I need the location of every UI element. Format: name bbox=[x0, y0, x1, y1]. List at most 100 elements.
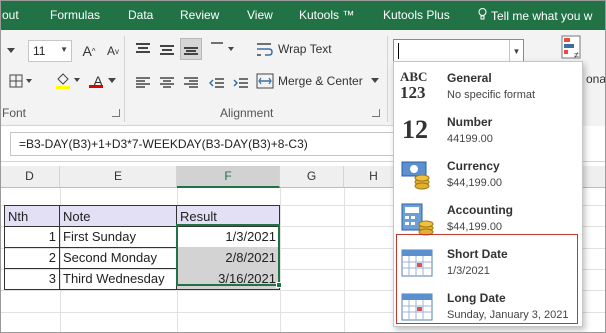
merge-center-button[interactable]: Merge & Center bbox=[256, 70, 384, 92]
menu-item-currency[interactable]: Currency $44,199.00 bbox=[394, 152, 582, 196]
align-left-icon bbox=[136, 77, 150, 88]
bottom-align-icon bbox=[184, 47, 198, 55]
conditional-formatting-icon[interactable]: ≠ bbox=[560, 34, 584, 62]
menu-item-accounting[interactable]: Accounting $44,199.00 bbox=[394, 196, 582, 240]
merge-center-icon bbox=[256, 73, 274, 89]
alignment-dialog-launcher-icon[interactable] bbox=[372, 109, 380, 117]
menu-item-title: Number bbox=[447, 115, 493, 129]
ribbon-tab-bar: out Formulas Data Review View Kutools ™ … bbox=[0, 0, 606, 30]
menu-item-number[interactable]: 12 Number 44199.00 bbox=[394, 108, 582, 152]
group-separator bbox=[124, 36, 125, 122]
tab-data[interactable]: Data bbox=[128, 8, 153, 22]
menu-item-title: Long Date bbox=[447, 291, 506, 305]
menu-item-title: Short Date bbox=[447, 247, 508, 261]
middle-align-icon bbox=[160, 45, 174, 55]
tab-kutools-plus[interactable]: Kutools Plus bbox=[383, 8, 450, 22]
conditional-formatting-label-partial: ona bbox=[586, 72, 606, 86]
font-size-value: 11 bbox=[33, 44, 46, 58]
tab-review[interactable]: Review bbox=[180, 8, 219, 22]
menu-item-short-date[interactable]: Short Date 1/3/2021 bbox=[394, 240, 582, 284]
grow-font-letter: A bbox=[82, 43, 92, 59]
chevron-down-icon bbox=[370, 78, 379, 83]
tab-view[interactable]: View bbox=[247, 8, 273, 22]
top-align-button[interactable] bbox=[132, 38, 154, 60]
column-header-g[interactable]: G bbox=[280, 166, 344, 188]
align-right-button[interactable] bbox=[180, 72, 202, 94]
menu-item-sample: $44,199.00 bbox=[447, 221, 503, 233]
table-cell-result[interactable]: 1/3/2021 bbox=[176, 226, 280, 248]
table-cell-nth[interactable]: 1 bbox=[4, 226, 60, 248]
tell-me-text: Tell me what you w bbox=[491, 9, 593, 23]
font-name-dropdown-arrow[interactable] bbox=[0, 40, 22, 62]
tab-kutools[interactable]: Kutools ™ bbox=[299, 8, 354, 22]
calendar-icon bbox=[400, 290, 436, 324]
table-cell-note[interactable]: Third Wednesday bbox=[59, 268, 177, 290]
column-header-e[interactable]: E bbox=[60, 166, 177, 188]
menu-item-sample: $44,199.00 bbox=[447, 177, 503, 189]
middle-align-button[interactable] bbox=[156, 38, 178, 60]
header-cell-note[interactable]: Note bbox=[59, 205, 177, 227]
chevron-down-icon: ▼ bbox=[60, 45, 68, 54]
wrap-text-button[interactable]: Wrap Text bbox=[256, 38, 336, 60]
number-format-combo[interactable]: ▼ bbox=[393, 39, 524, 63]
menu-item-sample: Sunday, January 3, 2021 bbox=[447, 309, 569, 321]
decrease-indent-icon bbox=[209, 78, 224, 88]
menu-item-sample: No specific format bbox=[447, 89, 536, 101]
align-center-icon bbox=[160, 77, 174, 88]
font-color-button[interactable]: A bbox=[88, 70, 120, 92]
align-center-button[interactable] bbox=[156, 72, 178, 94]
orientation-button[interactable] bbox=[206, 38, 238, 60]
tab-layout[interactable]: out bbox=[2, 8, 19, 22]
wrap-text-icon bbox=[257, 43, 273, 56]
table-cell-result[interactable]: 2/8/2021 bbox=[176, 247, 280, 269]
column-header-f[interactable]: F bbox=[177, 166, 280, 188]
formula-input[interactable]: =B3-DAY(B3)+1+D3*7-WEEKDAY(B3-DAY(B3)+8-… bbox=[10, 132, 394, 156]
table-cell-note[interactable]: Second Monday bbox=[59, 247, 177, 269]
menu-item-long-date[interactable]: Long Date Sunday, January 3, 2021 bbox=[394, 284, 582, 328]
bottom-align-button[interactable] bbox=[180, 38, 202, 60]
increase-indent-icon bbox=[233, 78, 248, 88]
menu-item-sample: 44199.00 bbox=[447, 133, 493, 145]
chevron-down-icon bbox=[108, 78, 116, 83]
align-right-icon bbox=[184, 77, 198, 88]
tell-me-search[interactable]: Tell me what you w bbox=[478, 8, 592, 23]
table-cell-result[interactable]: 3/16/2021 bbox=[176, 268, 280, 290]
menu-item-title: General bbox=[447, 71, 492, 85]
shrink-font-button[interactable]: Av bbox=[102, 40, 124, 62]
menu-item-title: Accounting bbox=[447, 203, 513, 217]
paint-bucket-icon bbox=[56, 73, 80, 89]
currency-icon bbox=[400, 158, 436, 192]
header-cell-nth[interactable]: Nth bbox=[4, 205, 60, 227]
borders-button[interactable] bbox=[6, 70, 36, 92]
menu-item-title: Currency bbox=[447, 159, 500, 173]
calendar-icon bbox=[400, 246, 436, 280]
table-cell-nth[interactable]: 2 bbox=[4, 247, 60, 269]
increase-indent-button[interactable] bbox=[230, 72, 252, 94]
menu-item-sample: 1/3/2021 bbox=[447, 265, 490, 277]
grow-font-button[interactable]: A ^ bbox=[78, 40, 100, 62]
font-color-bar-icon bbox=[89, 85, 103, 88]
wrap-text-label: Wrap Text bbox=[278, 42, 332, 56]
decrease-indent-button[interactable] bbox=[206, 72, 228, 94]
table-cell-note[interactable]: First Sunday bbox=[59, 226, 177, 248]
column-header-d[interactable]: D bbox=[0, 166, 60, 188]
table-cell-nth[interactable]: 3 bbox=[4, 268, 60, 290]
top-align-icon bbox=[136, 43, 150, 53]
number-format-menu: ABC 123 General No specific format 12 Nu… bbox=[393, 61, 583, 327]
align-left-button[interactable] bbox=[132, 72, 154, 94]
text-cursor bbox=[398, 43, 399, 59]
lightbulb-icon bbox=[478, 8, 488, 23]
number-format-dropdown-button[interactable]: ▼ bbox=[509, 40, 523, 62]
font-dialog-launcher-icon[interactable] bbox=[112, 109, 120, 117]
tab-formulas[interactable]: Formulas bbox=[50, 8, 100, 22]
font-size-combo[interactable]: 11 ▼ bbox=[28, 40, 72, 62]
header-cell-result[interactable]: Result bbox=[176, 205, 280, 227]
orientation-icon bbox=[211, 42, 234, 51]
fill-handle[interactable] bbox=[276, 282, 282, 288]
font-group-label: Font bbox=[2, 106, 27, 120]
merge-center-label: Merge & Center bbox=[278, 74, 363, 88]
menu-item-general[interactable]: ABC 123 General No specific format bbox=[394, 64, 582, 108]
alignment-group-label: Alignment bbox=[220, 106, 274, 120]
fill-color-button[interactable] bbox=[52, 70, 84, 92]
accounting-icon bbox=[400, 202, 436, 236]
